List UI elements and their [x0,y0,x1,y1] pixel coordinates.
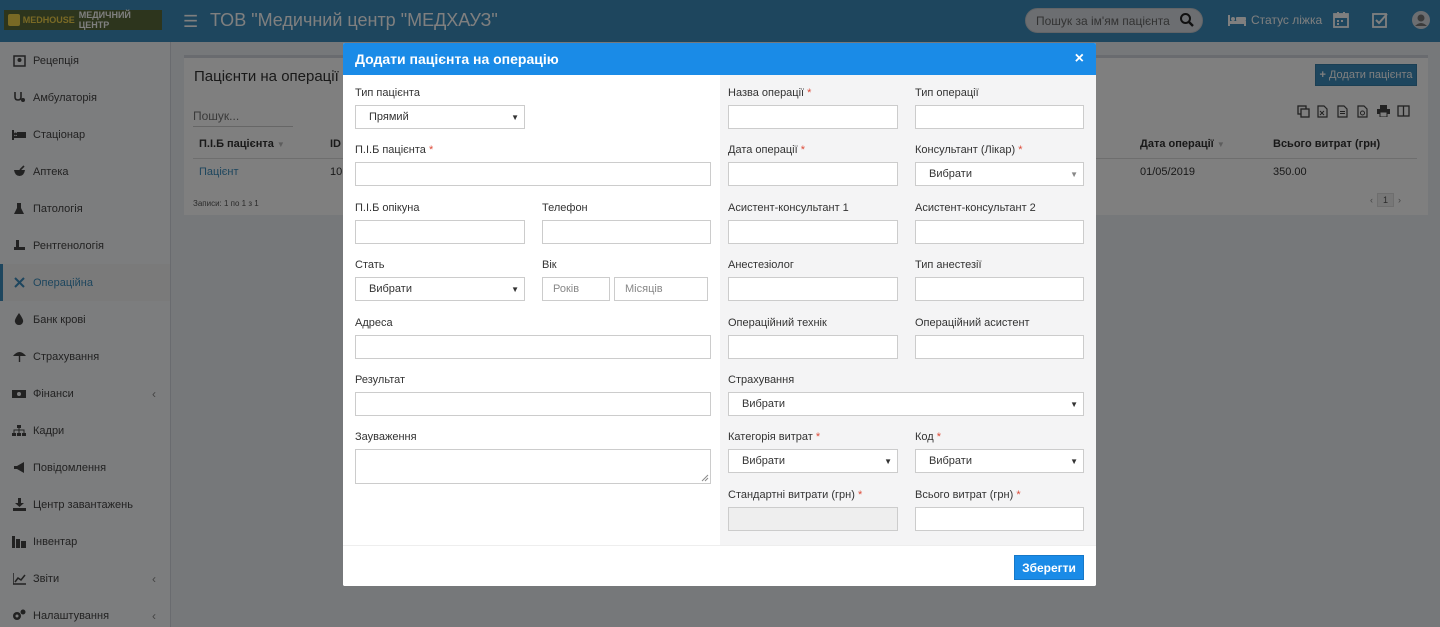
op-assistant-input[interactable] [915,335,1084,359]
patient-name-input[interactable] [355,162,711,186]
cost-category-label: Категорія витрат * [728,431,821,443]
phone-label: Телефон [542,202,588,214]
sex-label: Стать [355,259,385,271]
dropdown-arrow-icon: ▼ [884,457,892,466]
op-technician-label: Операційний технік [728,317,827,329]
consultant-select[interactable]: Вибрати ▼ [915,162,1084,186]
age-label: Вік [542,259,557,271]
age-years-input[interactable]: Років [542,277,610,301]
operation-type-input[interactable] [915,105,1084,129]
code-label: Код * [915,431,942,443]
code-select[interactable]: Вибрати ▼ [915,449,1084,473]
total-cost-input[interactable] [915,507,1084,531]
close-icon[interactable]: × [1075,50,1084,68]
guardian-input[interactable] [355,220,525,244]
assistant2-input[interactable] [915,220,1084,244]
modal-header: Додати пацієнта на операцію × [343,43,1096,75]
address-label: Адреса [355,317,393,329]
remarks-textarea[interactable] [355,449,711,484]
operation-date-input[interactable] [728,162,898,186]
patient-type-select[interactable]: Прямий ▼ [355,105,525,129]
address-input[interactable] [355,335,711,359]
standard-cost-label: Стандартні витрати (грн) * [728,489,863,501]
operation-name-label: Назва операції * [728,87,812,99]
standard-cost-input [728,507,898,531]
anesthesia-type-label: Тип анестезії [915,259,982,271]
anesthesiologist-label: Анестезіолог [728,259,794,271]
insurance-select[interactable]: Вибрати ▼ [728,392,1084,416]
assistant1-label: Асистент-консультант 1 [728,202,849,214]
operation-date-label: Дата операції * [728,144,805,156]
anesthesia-type-input[interactable] [915,277,1084,301]
add-patient-operation-modal: Додати пацієнта на операцію × Тип пацієн… [343,43,1096,586]
insurance-label: Страхування [728,374,795,386]
modal-title: Додати пацієнта на операцію [355,51,559,67]
dropdown-arrow-icon: ▼ [1070,170,1078,179]
remarks-label: Зауваження [355,431,417,443]
assistant2-label: Асистент-консультант 2 [915,202,1036,214]
dropdown-arrow-icon: ▼ [511,285,519,294]
op-technician-input[interactable] [728,335,898,359]
anesthesiologist-input[interactable] [728,277,898,301]
patient-name-label: П.І.Б пацієнта * [355,144,434,156]
operation-type-label: Тип операції [915,87,979,99]
age-months-input[interactable]: Місяців [614,277,708,301]
dropdown-arrow-icon: ▼ [1070,400,1078,409]
dropdown-arrow-icon: ▼ [1070,457,1078,466]
result-label: Результат [355,374,406,386]
phone-input[interactable] [542,220,711,244]
assistant1-input[interactable] [728,220,898,244]
total-cost-label: Всього витрат (грн) * [915,489,1021,501]
operation-name-input[interactable] [728,105,898,129]
patient-type-label: Тип пацієнта [355,87,420,99]
modal-footer: Зберегти [343,545,1096,586]
save-button[interactable]: Зберегти [1014,555,1084,580]
consultant-label: Консультант (Лікар) * [915,144,1023,156]
op-assistant-label: Операційний асистент [915,317,1030,329]
result-input[interactable] [355,392,711,416]
guardian-label: П.І.Б опікуна [355,202,420,214]
cost-category-select[interactable]: Вибрати ▼ [728,449,898,473]
dropdown-arrow-icon: ▼ [511,113,519,122]
resize-grip-icon[interactable] [701,474,709,482]
sex-select[interactable]: Вибрати ▼ [355,277,525,301]
